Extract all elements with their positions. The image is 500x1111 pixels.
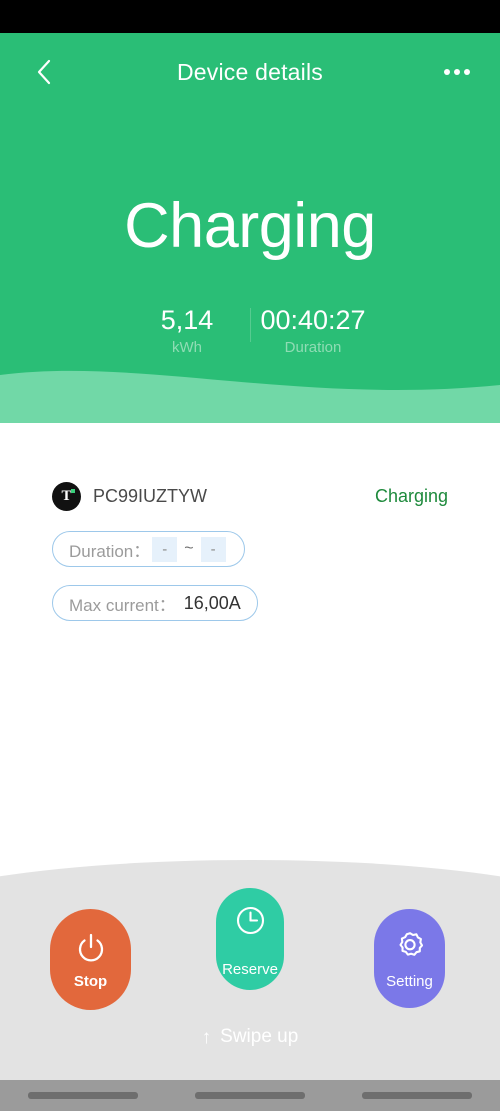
more-dot [464, 69, 470, 75]
duration-start-value[interactable]: - [152, 536, 178, 562]
reserve-button[interactable]: Reserve [216, 888, 284, 990]
more-options-button[interactable] [440, 55, 474, 89]
duration-chip-label: Duration： [69, 541, 151, 561]
nav-back-bar[interactable] [28, 1092, 139, 1099]
reserve-button-label: Reserve [222, 961, 278, 978]
duration-chip[interactable]: Duration： - ~ - [52, 531, 245, 567]
max-current-label: Max current： [69, 595, 176, 615]
app-bar: Device details [0, 33, 500, 111]
more-dot [444, 69, 450, 75]
stat-energy-value: 5,14 [160, 305, 214, 335]
max-current-chip[interactable]: Max current： 16,00A [52, 585, 258, 621]
page-title: Device details [177, 58, 323, 85]
charging-status-headline: Charging [124, 191, 376, 261]
clock-icon [234, 904, 267, 942]
stat-duration-value: 00:40:27 [260, 305, 366, 335]
power-icon [74, 931, 108, 970]
brand-accent-dot [71, 488, 75, 493]
stat-energy: 5,14 kWh [125, 305, 250, 356]
nav-recents-bar[interactable] [361, 1092, 472, 1099]
action-buttons: Stop Reserve Setting [0, 851, 500, 1111]
stat-duration: 00:40:27 Duration [251, 305, 376, 356]
setting-button[interactable]: Setting [374, 909, 445, 1008]
device-row[interactable]: T PC99IUZTYW Charging [0, 478, 500, 514]
device-identity: T PC99IUZTYW [52, 481, 375, 511]
max-current-value: 16,00A [183, 592, 241, 613]
stat-divider [249, 308, 251, 342]
stat-energy-label: kWh [172, 339, 202, 357]
stop-button[interactable]: Stop [50, 909, 131, 1010]
stop-button-label: Stop [73, 973, 108, 990]
brand-logo-icon: T [52, 481, 81, 511]
status-bar [0, 0, 500, 33]
device-id-label: PC99IUZTYW [93, 485, 208, 506]
brand-letter: T [61, 487, 72, 504]
back-button[interactable] [26, 55, 60, 89]
hero-stats: 5,14 kWh 00:40:27 Duration [0, 305, 500, 356]
duration-end-value[interactable]: - [200, 536, 226, 562]
gear-icon [394, 929, 426, 966]
setting-button-label: Setting [386, 973, 433, 990]
stat-duration-label: Duration [284, 339, 342, 357]
duration-separator: ~ [184, 540, 194, 557]
more-dot [454, 69, 460, 75]
nav-home-bar[interactable] [194, 1092, 305, 1099]
android-navigation-bar [0, 1080, 500, 1111]
chevron-left-icon [37, 59, 50, 85]
device-status-badge: Charging [374, 485, 448, 506]
